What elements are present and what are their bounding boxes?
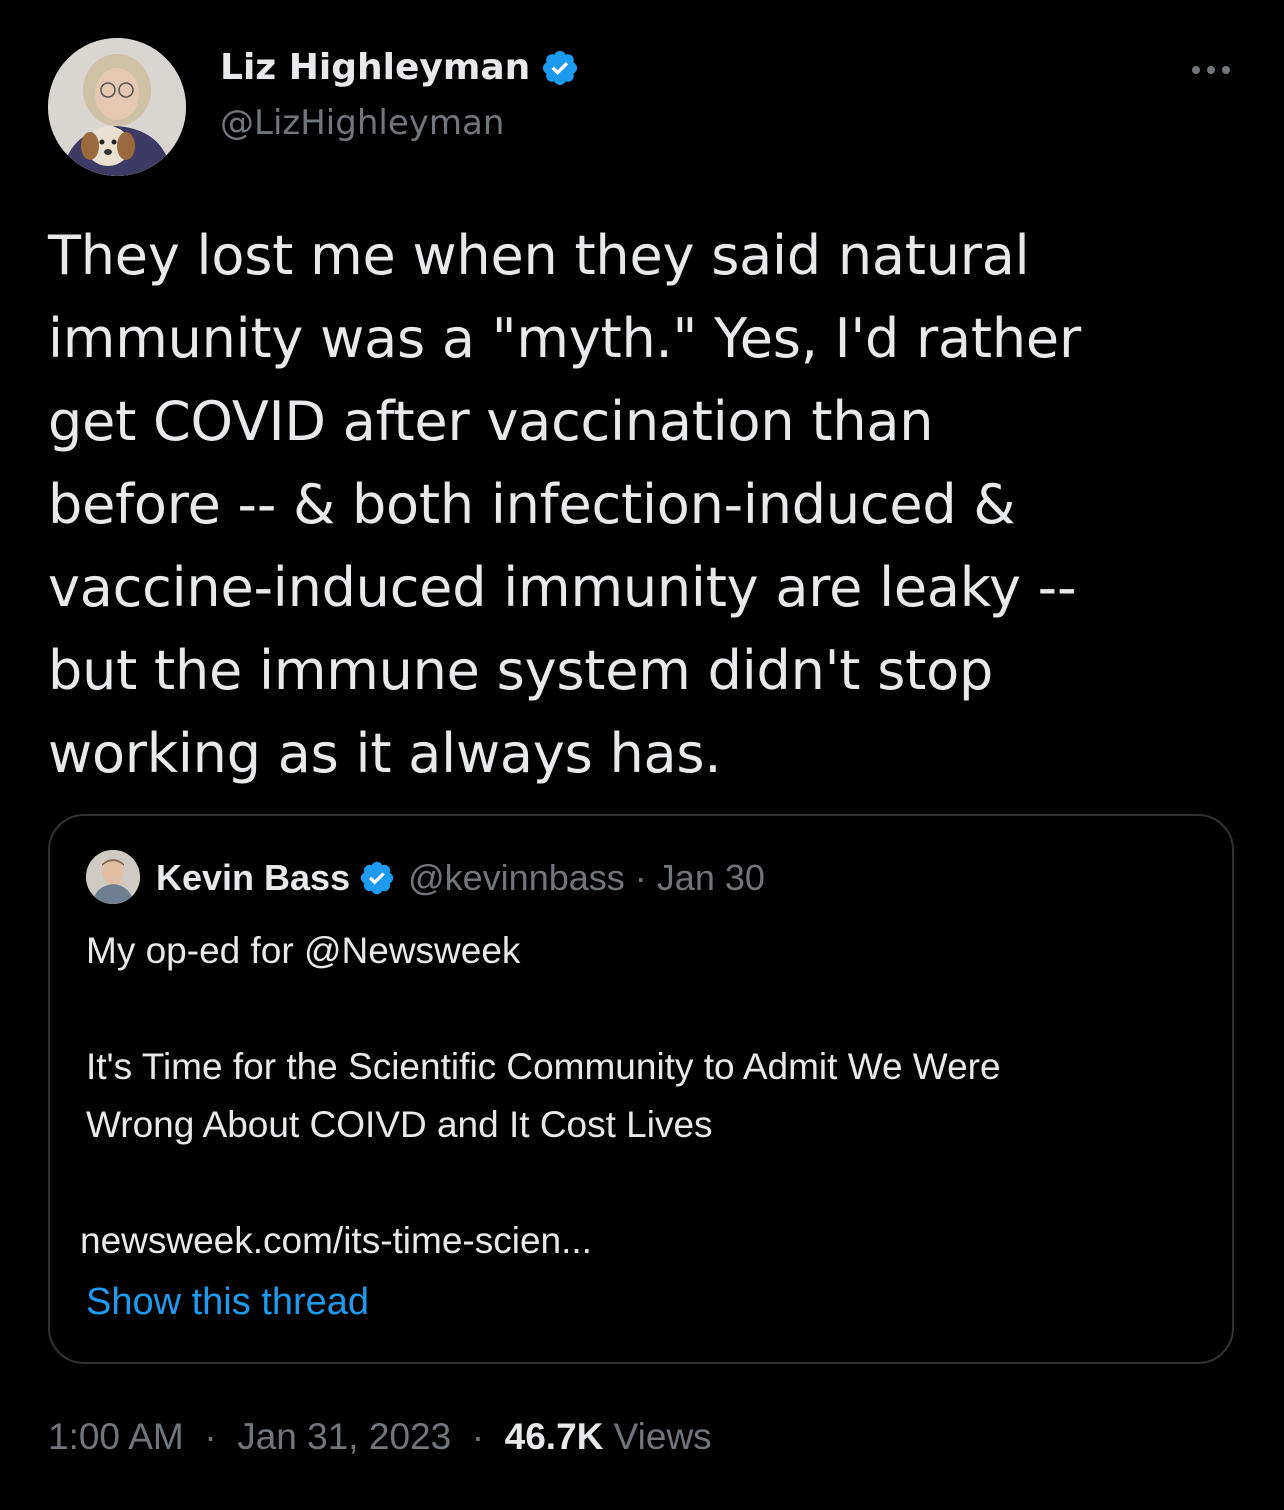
- author-name[interactable]: Liz Highleyman: [220, 44, 580, 92]
- quoted-text-line: [86, 1154, 1206, 1212]
- quoted-text-line: [86, 980, 1206, 1038]
- tweet-text-line: vaccine-induced immunity are leaky --: [48, 556, 1077, 619]
- quoted-tweet-date[interactable]: Jan 30: [657, 857, 765, 899]
- more-dots-icon[interactable]: [1186, 50, 1236, 90]
- quoted-tweet-card[interactable]: Kevin Bass @kevinnbass · Jan 30 My op-ed…: [48, 814, 1234, 1364]
- show-thread-link[interactable]: Show this thread: [86, 1276, 369, 1328]
- tweet-time[interactable]: 1:00 AM: [48, 1416, 184, 1457]
- quoted-text-line: Wrong About COIVD and It Cost Lives: [86, 1104, 713, 1145]
- tweet-footer: 1:00 AM · Jan 31, 2023 · 46.7K Views: [48, 1412, 712, 1462]
- views-count: 46.7K: [504, 1416, 604, 1457]
- views-label: Views: [613, 1416, 712, 1457]
- author-name-text[interactable]: Liz Highleyman: [220, 44, 530, 92]
- meta-separator: ·: [634, 857, 647, 898]
- author-handle[interactable]: @LizHighleyman: [220, 100, 504, 146]
- quoted-tweet-header: Kevin Bass @kevinnbass · Jan 30: [156, 852, 765, 904]
- tweet-text-line: immunity was a "myth." Yes, I'd rather: [48, 307, 1081, 370]
- quoted-article-link[interactable]: newsweek.com/its-time-scien...: [80, 1212, 1206, 1270]
- meta-separator: ·: [204, 1416, 217, 1457]
- tweet-text-line: They lost me when they said natural: [48, 224, 1030, 287]
- tweet-text: They lost me when they said natural immu…: [48, 214, 1248, 795]
- quoted-text-line: It's Time for the Scientific Community t…: [86, 1046, 1001, 1087]
- quoted-author-avatar[interactable]: [86, 850, 140, 904]
- verified-badge-icon: [358, 859, 396, 897]
- quoted-tweet-text: My op-ed for @Newsweek It's Time for the…: [80, 922, 1206, 1270]
- tweet-text-line: before -- & both infection-induced &: [48, 473, 1016, 536]
- quoted-author-name[interactable]: Kevin Bass: [156, 857, 350, 899]
- tweet-text-line: but the immune system didn't stop: [48, 639, 994, 702]
- tweet-text-line: working as it always has.: [48, 722, 722, 785]
- author-avatar[interactable]: [48, 38, 186, 176]
- tweet-text-line: get COVID after vaccination than: [48, 390, 934, 453]
- verified-badge-icon: [540, 48, 580, 88]
- tweet: Liz Highleyman @LizHighleyman They lost …: [0, 0, 1284, 1510]
- meta-separator: ·: [471, 1416, 485, 1457]
- quoted-text-line: My op-ed for @Newsweek: [86, 930, 521, 971]
- quoted-author-handle[interactable]: @kevinnbass: [408, 857, 625, 899]
- tweet-date[interactable]: Jan 31, 2023: [237, 1416, 451, 1457]
